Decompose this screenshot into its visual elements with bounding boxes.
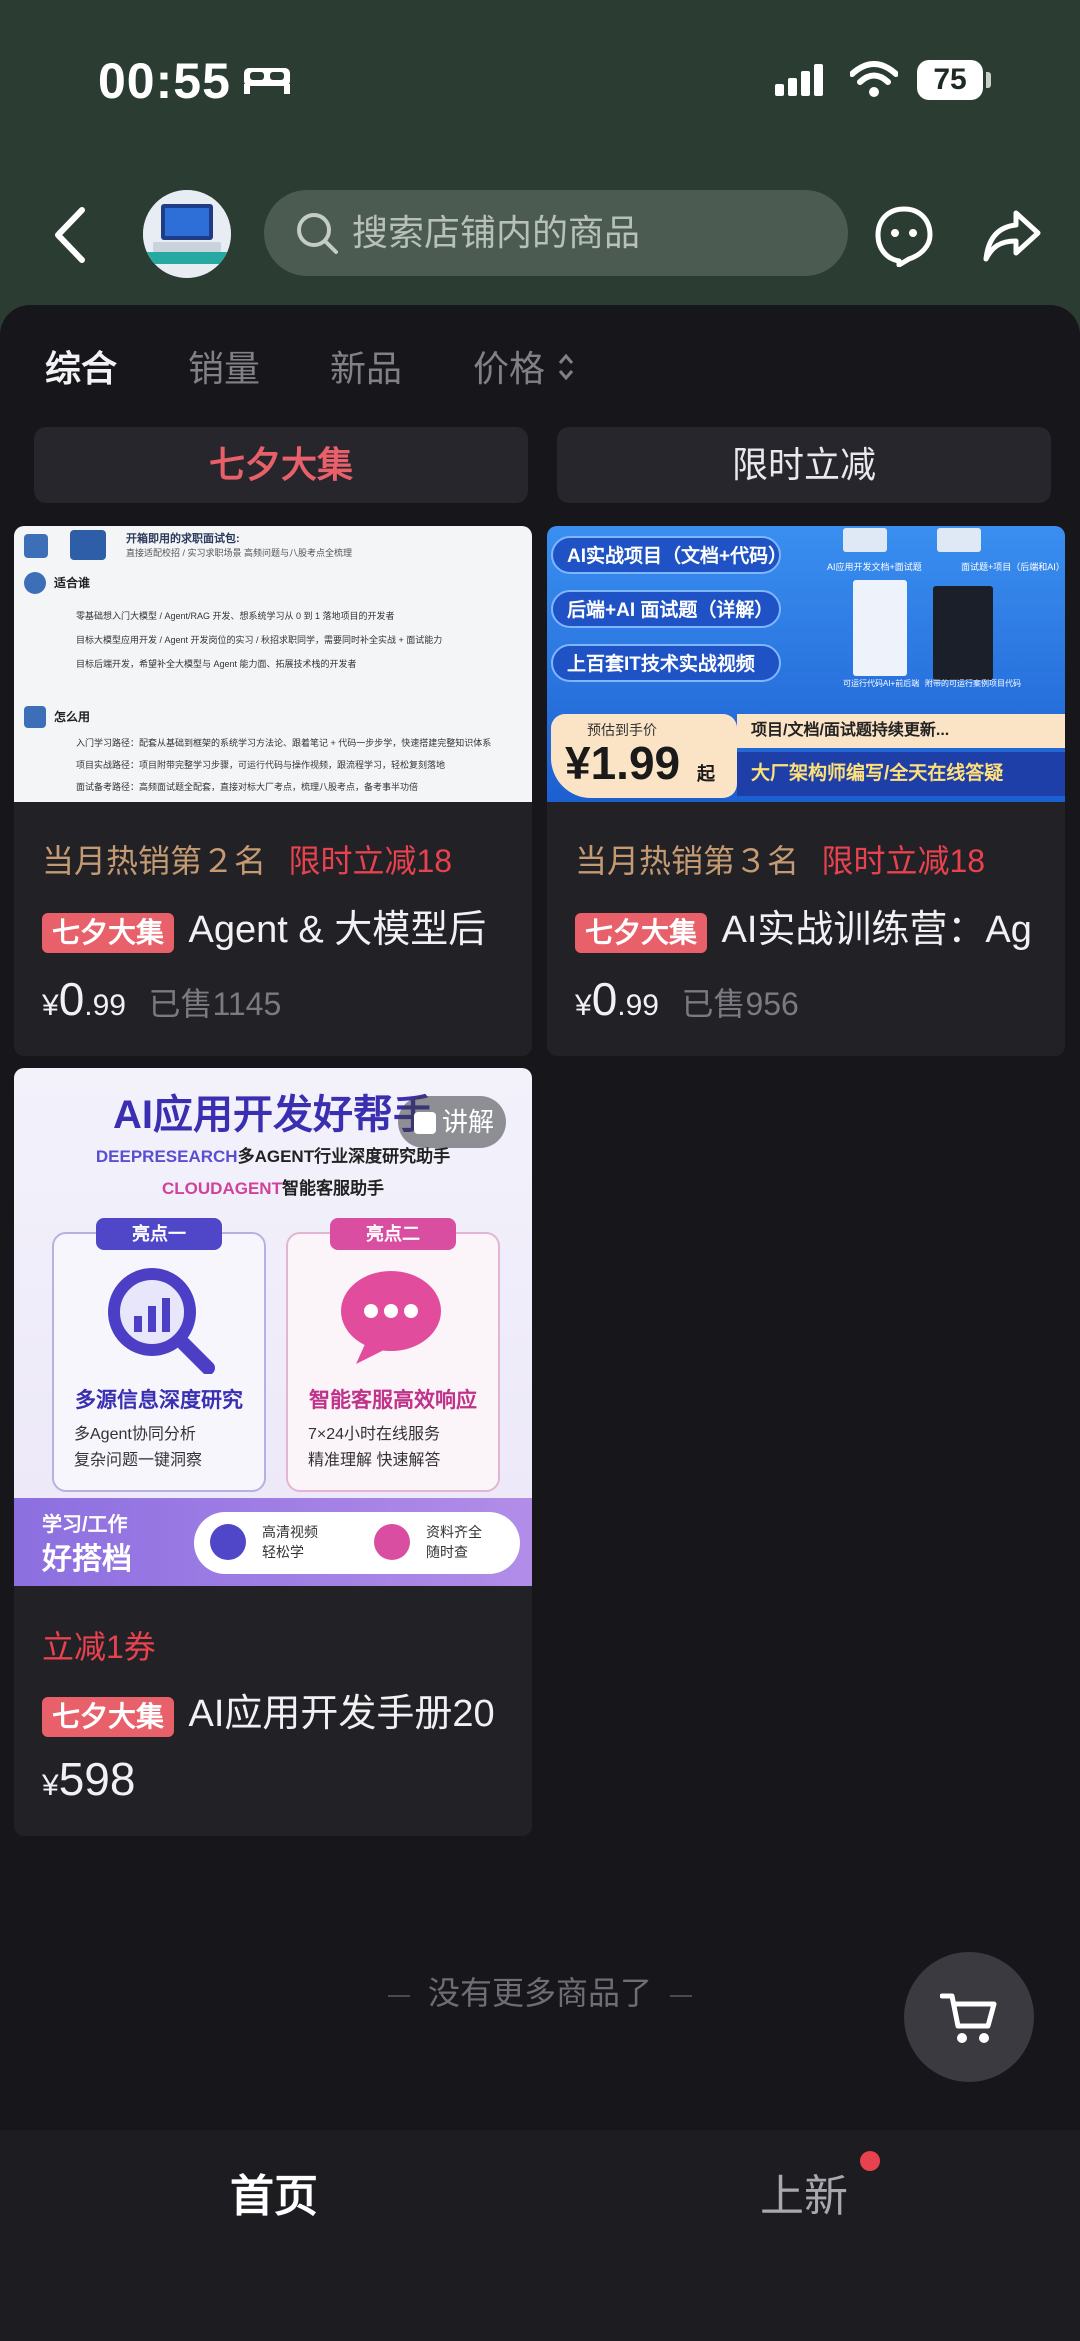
live-icon	[414, 1112, 436, 1134]
product-card[interactable]: 开箱即用的求职面试包: 直接适配校招 / 实习求职场景 高频问题与八股考点全梳理…	[14, 526, 532, 1056]
cart-icon	[940, 1993, 997, 2043]
video-icon	[210, 1524, 246, 1560]
product-title: Agent & 大模型后	[188, 909, 487, 951]
notification-dot	[860, 2151, 880, 2171]
tab-overall[interactable]: 综合	[45, 340, 117, 392]
search-icon	[297, 213, 338, 254]
chat-bubble-icon	[341, 1271, 441, 1364]
sleep-mode-icon	[244, 68, 290, 94]
magnifier-chart-icon	[108, 1268, 215, 1374]
promo-tag: 七夕大集	[42, 913, 175, 953]
product-title: AI实战训练营：Ag	[721, 909, 1032, 951]
bottom-nav	[0, 2130, 1080, 2341]
discount-label: 限时立减18	[288, 843, 453, 879]
person-icon	[24, 572, 46, 594]
cart-button[interactable]	[904, 1952, 1034, 2082]
tab-new[interactable]: 新品	[330, 340, 402, 392]
sold-count: 已售1145	[148, 986, 282, 1022]
product-image: AI实战项目（文档+代码） 后端+AI 面试题（详解） 上百套IT技术实战视频 …	[547, 526, 1065, 802]
promo-qixi-button[interactable]: 七夕大集	[34, 427, 528, 503]
tab-price[interactable]: 价格	[473, 340, 545, 392]
promo-tag: 七夕大集	[575, 913, 708, 953]
price-integer: 0	[58, 973, 85, 1025]
briefcase-icon	[70, 530, 106, 560]
sort-toggle-icon[interactable]	[556, 347, 576, 387]
document-icon	[24, 706, 46, 728]
sold-count: 已售956	[681, 986, 799, 1022]
wifi-icon	[850, 61, 898, 97]
share-icon[interactable]	[982, 207, 1042, 263]
promo-tag: 七夕大集	[42, 1697, 175, 1737]
price-integer: 598	[58, 1753, 136, 1805]
product-card[interactable]: AI应用开发好帮手 DEEPRESEARCH多AGENT行业深度研究助手 CLO…	[14, 1068, 532, 1836]
search-placeholder: 搜索店铺内的商品	[352, 212, 641, 253]
price-integer: 0	[591, 973, 618, 1025]
product-image: 开箱即用的求职面试包: 直接适配校招 / 实习求职场景 高频问题与八股考点全梳理…	[14, 526, 532, 802]
battery-indicator: 75	[917, 60, 983, 100]
sales-rank: 当月热销第２名	[42, 843, 267, 879]
shop-avatar[interactable]	[143, 190, 231, 278]
folder-icon	[374, 1524, 410, 1560]
back-icon[interactable]	[48, 200, 92, 270]
product-card[interactable]: AI实战项目（文档+代码） 后端+AI 面试题（详解） 上百套IT技术实战视频 …	[547, 526, 1065, 1056]
discount-label: 限时立减18	[821, 843, 986, 879]
battery-nub	[986, 72, 991, 88]
nav-new[interactable]: 上新	[760, 2160, 848, 2224]
promo-discount-button[interactable]: 限时立减	[557, 427, 1051, 503]
sales-rank: 当月热销第３名	[575, 843, 800, 879]
tab-sales[interactable]: 销量	[188, 340, 260, 392]
cellular-signal-icon	[775, 64, 823, 96]
status-time: 00:55	[98, 53, 231, 109]
live-explain-badge[interactable]: 讲解	[398, 1096, 506, 1148]
customer-service-icon[interactable]	[873, 205, 935, 267]
product-title: AI应用开发手册20	[188, 1693, 495, 1735]
nav-home[interactable]: 首页	[230, 2160, 318, 2224]
coupon-label: 立减1券	[42, 1629, 156, 1665]
